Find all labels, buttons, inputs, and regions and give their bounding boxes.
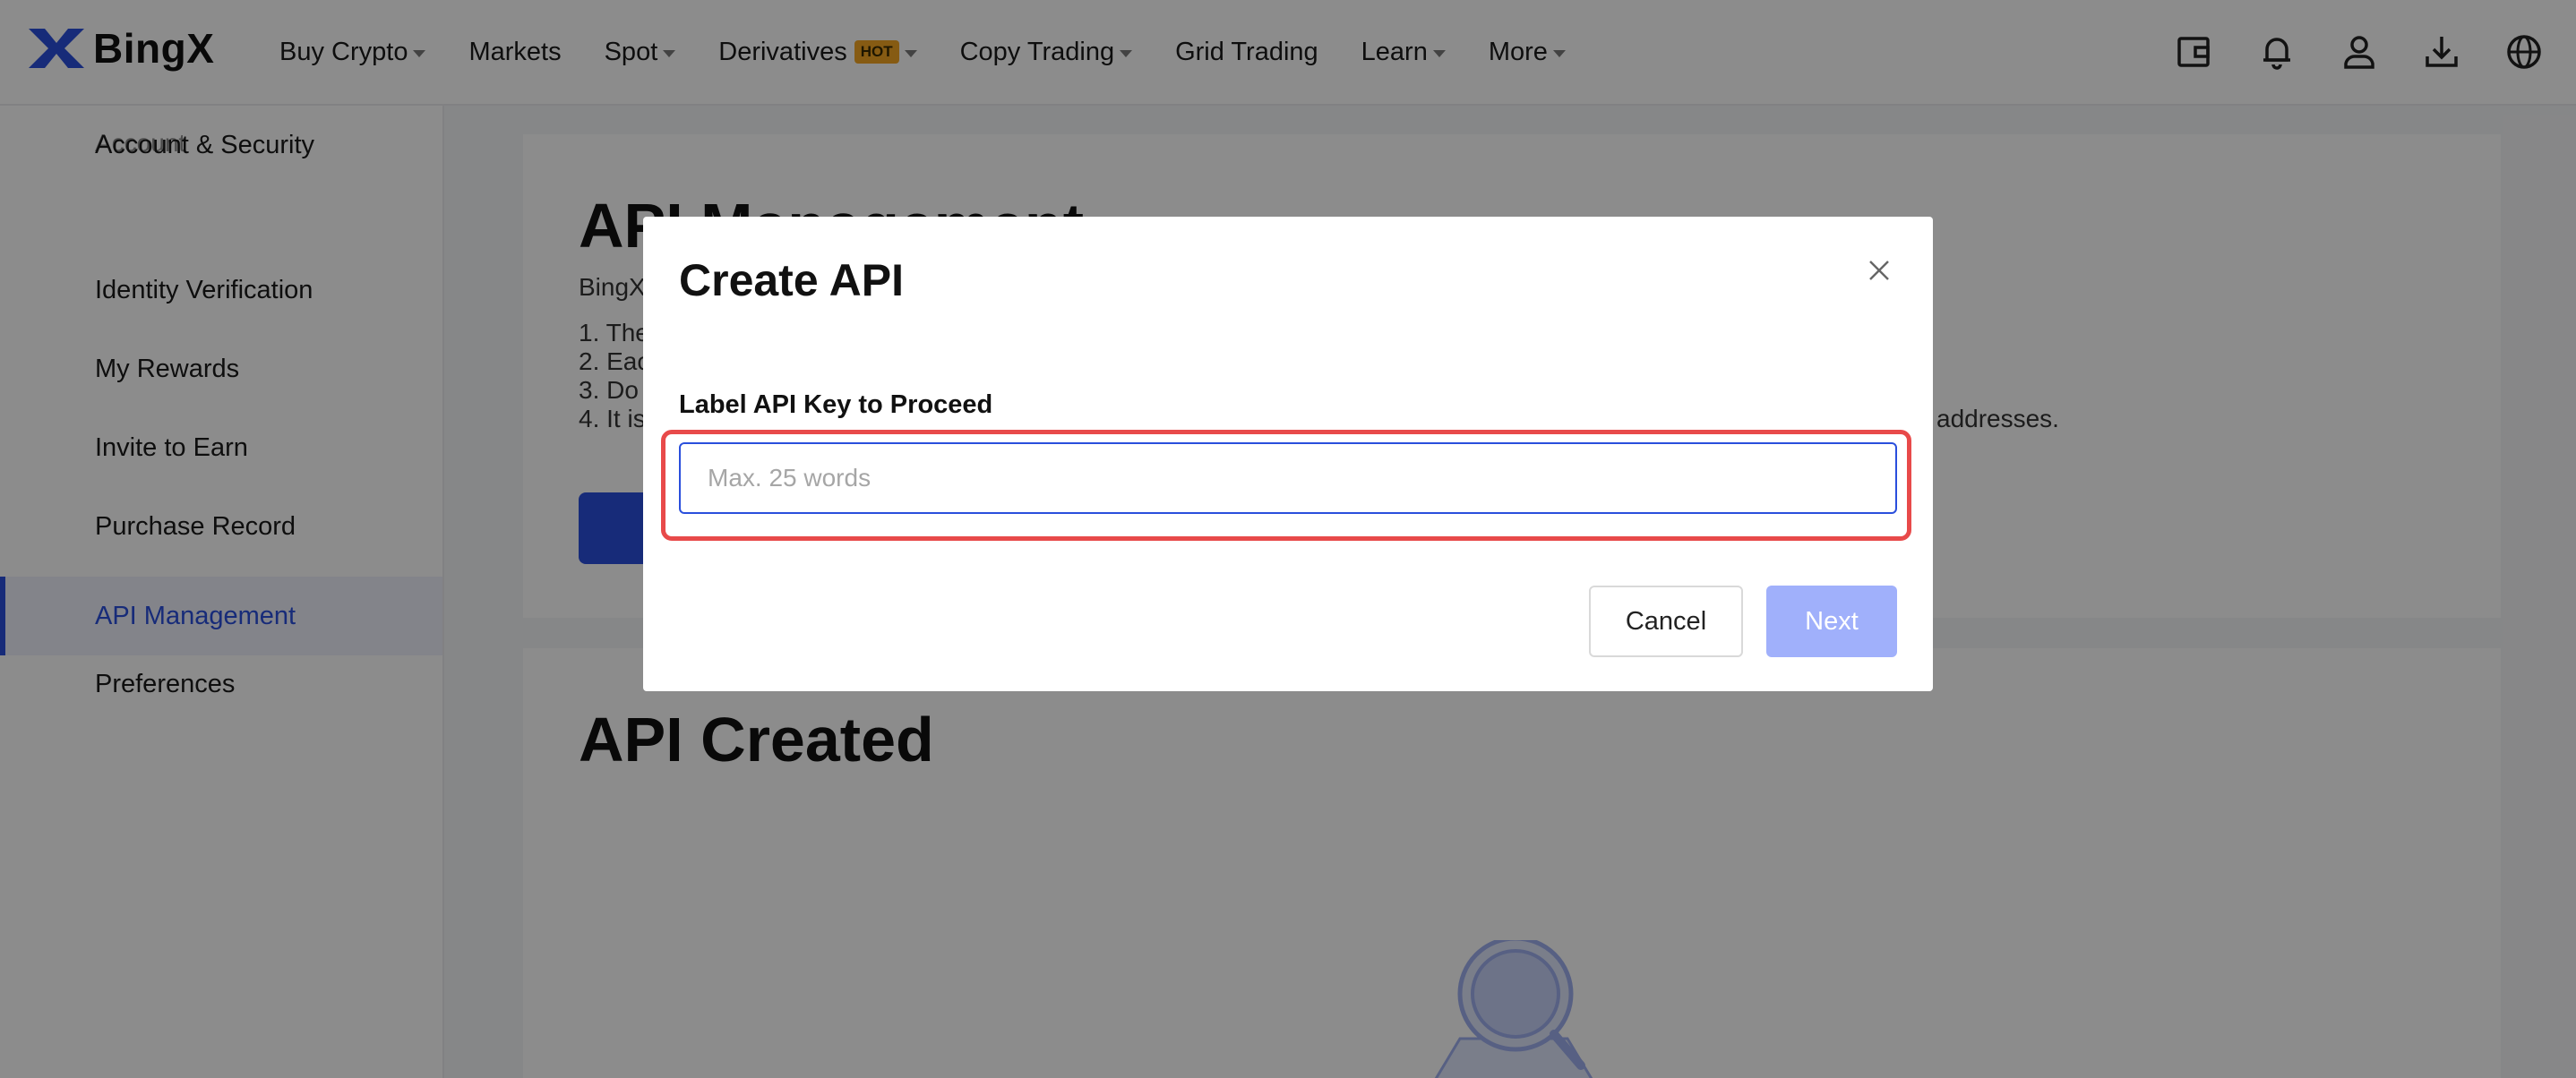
cancel-button[interactable]: Cancel <box>1589 586 1743 657</box>
close-icon[interactable] <box>1861 252 1897 288</box>
dialog-title: Create API <box>679 255 905 305</box>
page: BingX Buy Crypto Markets Spot Derivative… <box>0 0 2576 1078</box>
create-api-dialog: Create API Label API Key to Proceed Canc… <box>643 217 1933 691</box>
api-label-field-label: Label API Key to Proceed <box>679 390 993 419</box>
next-button[interactable]: Next <box>1766 586 1897 657</box>
api-label-input[interactable] <box>679 442 1897 514</box>
